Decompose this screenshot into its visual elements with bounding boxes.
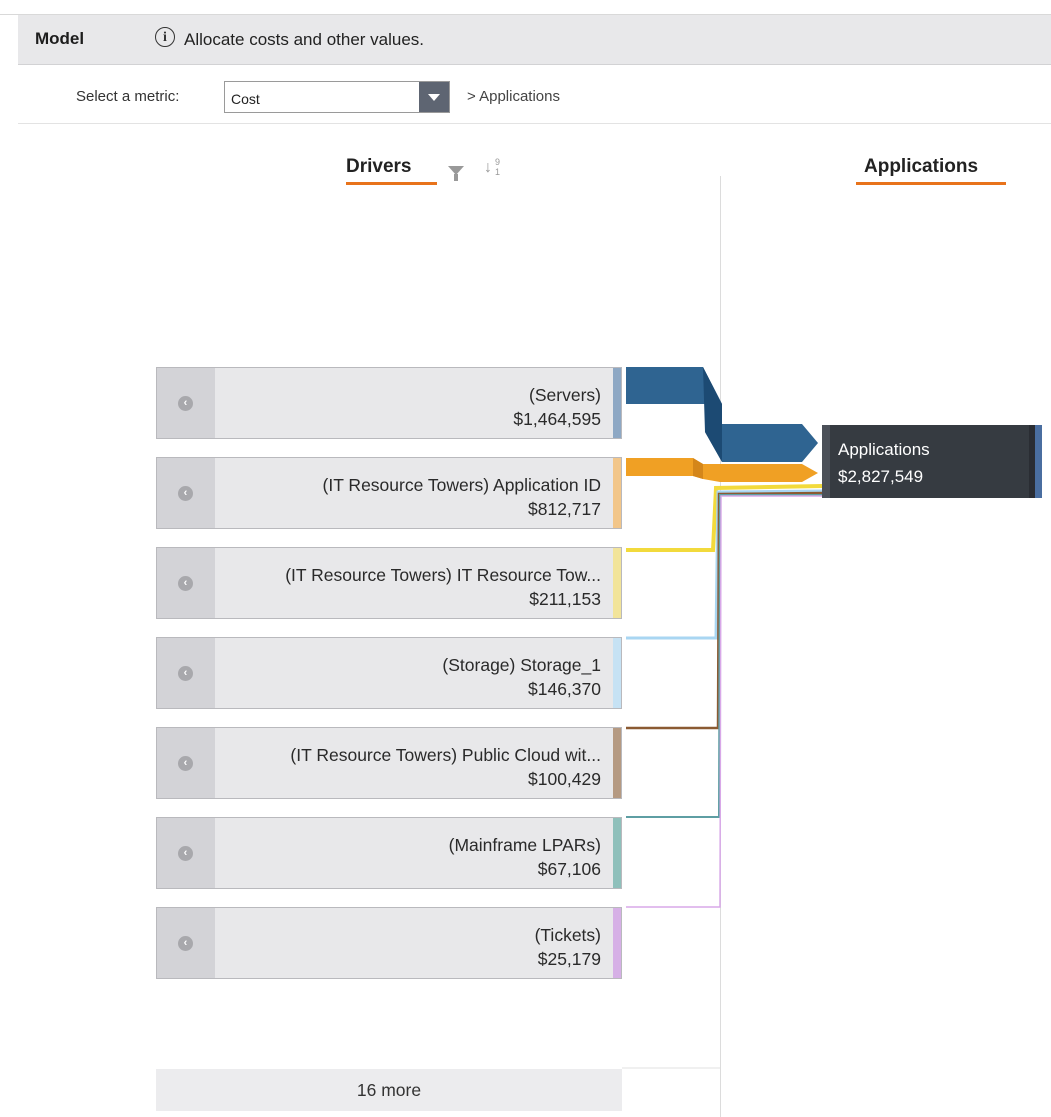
driver-name: (Mainframe LPARs) bbox=[448, 835, 601, 855]
driver-color-swatch bbox=[613, 638, 621, 708]
back-arrow-icon[interactable]: ‹ bbox=[178, 666, 193, 681]
driver-color-swatch bbox=[613, 908, 621, 978]
driver-name: (IT Resource Towers) Application ID bbox=[322, 475, 602, 495]
flow-tickets[interactable] bbox=[626, 495, 822, 908]
driver-color-swatch bbox=[613, 548, 621, 618]
back-arrow-icon[interactable]: ‹ bbox=[178, 756, 193, 771]
driver-name: (Servers) bbox=[529, 385, 601, 405]
driver-node[interactable]: ‹ (IT Resource Towers) IT Resource Tow..… bbox=[156, 547, 622, 619]
driver-value: $146,370 bbox=[528, 679, 601, 699]
driver-value: $1,464,595 bbox=[513, 409, 601, 429]
back-arrow-icon[interactable]: ‹ bbox=[178, 846, 193, 861]
driver-node[interactable]: ‹ (Mainframe LPARs) $67,106 bbox=[156, 817, 622, 889]
driver-node[interactable]: ‹ (Storage) Storage_1 $146,370 bbox=[156, 637, 622, 709]
driver-value: $67,106 bbox=[537, 859, 601, 879]
back-arrow-icon[interactable]: ‹ bbox=[178, 396, 193, 411]
driver-value: $211,153 bbox=[529, 589, 601, 609]
target-name: Applications bbox=[838, 440, 930, 459]
driver-value: $100,429 bbox=[528, 769, 601, 789]
driver-node[interactable]: ‹ (IT Resource Towers) Public Cloud wit.… bbox=[156, 727, 622, 799]
driver-name: (Storage) Storage_1 bbox=[442, 655, 601, 675]
driver-name: (Tickets) bbox=[534, 925, 601, 945]
flow-application-id-shade bbox=[693, 458, 703, 479]
driver-name: (IT Resource Towers) Public Cloud wit... bbox=[290, 745, 601, 765]
driver-color-swatch bbox=[613, 728, 621, 798]
back-arrow-icon[interactable]: ‹ bbox=[178, 486, 193, 501]
driver-value: $812,717 bbox=[528, 499, 601, 519]
back-arrow-icon[interactable]: ‹ bbox=[178, 936, 193, 951]
driver-color-swatch bbox=[613, 458, 621, 528]
flow-storage[interactable] bbox=[626, 489, 823, 640]
driver-node[interactable]: ‹ (Tickets) $25,179 bbox=[156, 907, 622, 979]
driver-color-swatch bbox=[613, 818, 621, 888]
back-arrow-icon[interactable]: ‹ bbox=[178, 576, 193, 591]
more-drivers-button[interactable]: 16 more bbox=[156, 1069, 622, 1111]
driver-node[interactable]: ‹ (Servers) $1,464,595 bbox=[156, 367, 622, 439]
applications-target-node[interactable]: Applications $2,827,549 bbox=[822, 425, 1029, 498]
flow-servers-shade bbox=[703, 367, 722, 462]
driver-name: (IT Resource Towers) IT Resource Tow... bbox=[285, 565, 601, 585]
target-value: $2,827,549 bbox=[838, 467, 924, 486]
target-color-swatch bbox=[1035, 425, 1042, 498]
driver-node[interactable]: ‹ (IT Resource Towers) Application ID $8… bbox=[156, 457, 622, 529]
target-left-edge bbox=[822, 425, 830, 498]
driver-color-swatch bbox=[613, 368, 621, 438]
flow-public-cloud[interactable] bbox=[626, 491, 823, 730]
driver-value: $25,179 bbox=[537, 949, 601, 969]
flow-mainframe[interactable] bbox=[626, 494, 822, 818]
